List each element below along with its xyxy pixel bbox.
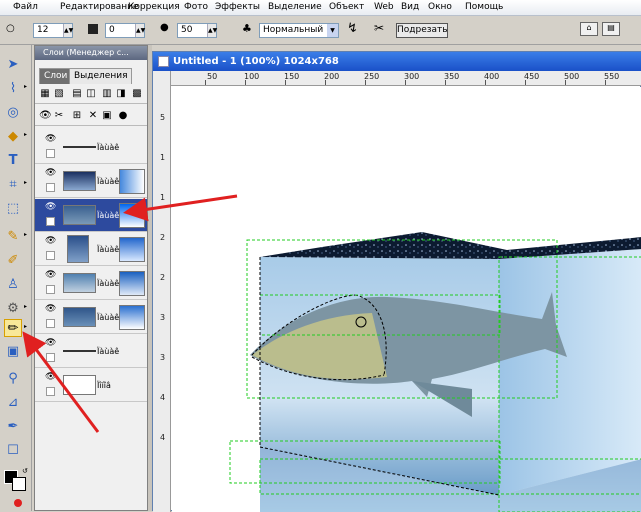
- arrow-to-tool: [22, 331, 100, 433]
- arrow-to-layer: [123, 194, 238, 222]
- annotation-arrows: [22, 194, 238, 433]
